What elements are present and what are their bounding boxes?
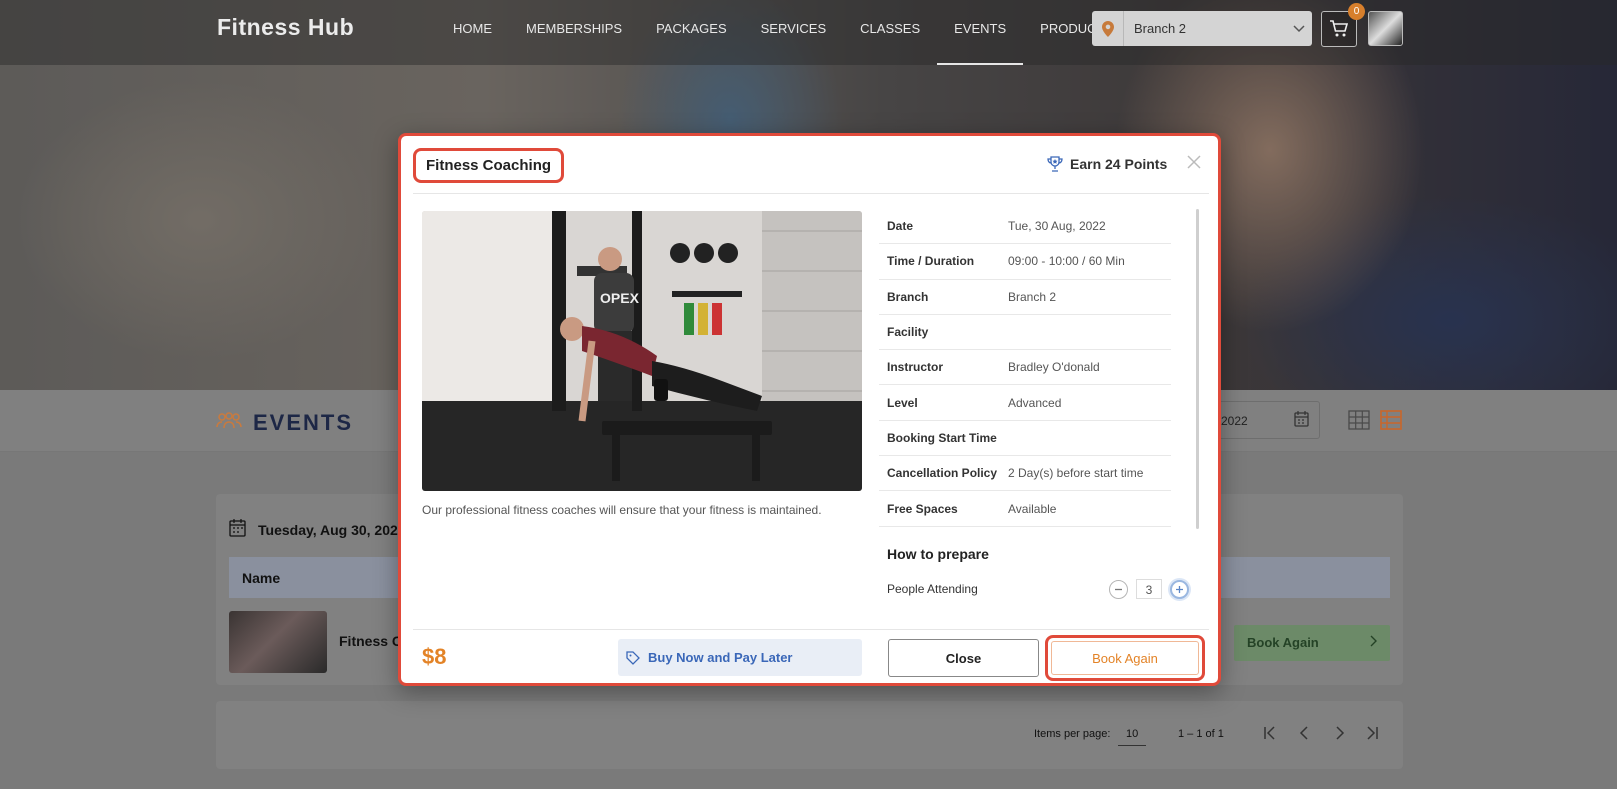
- event-details-table: Date Tue, 30 Aug, 2022 Time / Duration 09:…: [879, 209, 1171, 527]
- close-button[interactable]: Close: [888, 639, 1039, 677]
- location-pin-icon: [1092, 11, 1124, 46]
- cart-button[interactable]: 0: [1321, 3, 1365, 47]
- cart-icon: [1330, 20, 1349, 37]
- page-range-label: 1 – 1 of 1: [1178, 728, 1224, 740]
- buy-now-pay-later-button[interactable]: Buy Now and Pay Later: [618, 639, 862, 676]
- page-size-select[interactable]: 10: [1118, 724, 1146, 746]
- detail-row-date: Date Tue, 30 Aug, 2022: [879, 209, 1171, 245]
- event-photo: OPEX: [422, 211, 862, 491]
- event-thumbnail: [229, 611, 327, 673]
- book-again-highlight: Book Again: [1045, 635, 1205, 681]
- minus-icon: [1115, 588, 1122, 590]
- modal-title-highlight: Fitness Coaching: [413, 148, 565, 183]
- details-scrollbar[interactable]: [1196, 209, 1199, 529]
- calendar-icon[interactable]: [1294, 411, 1309, 427]
- grid-view-icon[interactable]: [1348, 410, 1370, 430]
- event-description: Our professional fitness coaches will en…: [422, 503, 822, 517]
- people-count-input[interactable]: 3: [1136, 579, 1162, 599]
- last-page-icon[interactable]: [1364, 725, 1380, 741]
- next-page-icon[interactable]: [1331, 725, 1347, 741]
- increment-button[interactable]: [1170, 579, 1189, 599]
- top-navigation: Fitness Hub HOME MEMBERSHIPS PACKAGES SE…: [0, 0, 1617, 65]
- nav-link-home[interactable]: HOME: [436, 0, 509, 65]
- list-date-heading: Tuesday, Aug 30, 2022: [258, 522, 406, 538]
- cart-count-badge: 0: [1348, 3, 1365, 20]
- items-per-page-label: Items per page:: [1034, 728, 1111, 740]
- event-price: $8: [422, 644, 447, 669]
- prepare-heading: How to prepare: [887, 546, 989, 562]
- trophy-icon: [1047, 156, 1063, 172]
- chevron-down-icon: [1286, 24, 1312, 33]
- first-page-icon[interactable]: [1262, 725, 1278, 741]
- detail-row-instructor: Instructor Bradley O'donald: [879, 350, 1171, 386]
- detail-row-cancellation: Cancellation Policy 2 Day(s) before start…: [879, 456, 1171, 492]
- events-heading: EVENTS: [253, 410, 354, 435]
- previous-page-icon[interactable]: [1297, 725, 1313, 741]
- buy-now-pay-later-label: Buy Now and Pay Later: [648, 650, 793, 665]
- branch-select[interactable]: Branch 2: [1092, 11, 1312, 46]
- close-icon[interactable]: [1187, 155, 1201, 169]
- detail-row-facility: Facility: [879, 315, 1171, 351]
- row-book-again-label: Book Again: [1247, 635, 1319, 650]
- detail-row-branch: Branch Branch 2: [879, 280, 1171, 315]
- decrement-button[interactable]: [1109, 579, 1128, 599]
- detail-row-level: Level Advanced: [879, 385, 1171, 421]
- nav-link-services[interactable]: SERVICES: [744, 0, 844, 65]
- nav-links: HOME MEMBERSHIPS PACKAGES SERVICES CLASS…: [436, 0, 1130, 65]
- column-header-name: Name: [242, 570, 281, 586]
- modal-title: Fitness Coaching: [426, 157, 552, 174]
- svg-text:OPEX: OPEX: [600, 290, 640, 306]
- people-group-icon: [216, 412, 242, 429]
- detail-row-free-spaces: Free Spaces Available: [879, 491, 1171, 527]
- event-details-modal: Fitness Coaching Earn 24 Points OPEX Our…: [398, 133, 1221, 686]
- row-book-again-button[interactable]: Book Again: [1234, 625, 1390, 661]
- points-badge: Earn 24 Points: [1046, 155, 1167, 173]
- brand-logo[interactable]: Fitness Hub: [217, 14, 354, 41]
- people-stepper: 3: [1109, 579, 1189, 599]
- people-attending-label: People Attending: [887, 582, 978, 596]
- chevron-right-icon: [1370, 635, 1377, 647]
- calendar-icon: [229, 519, 246, 537]
- plus-icon: [1176, 585, 1183, 593]
- list-view-icon[interactable]: [1380, 410, 1402, 430]
- points-text: Earn 24 Points: [1070, 156, 1168, 172]
- tag-icon: [626, 650, 640, 665]
- nav-link-packages[interactable]: PACKAGES: [639, 0, 744, 65]
- detail-row-time: Time / Duration 09:00 - 10:00 / 60 Min: [879, 244, 1171, 280]
- paginator: [216, 701, 1403, 769]
- nav-link-events[interactable]: EVENTS: [937, 0, 1024, 65]
- user-avatar[interactable]: [1368, 11, 1403, 46]
- nav-link-memberships[interactable]: MEMBERSHIPS: [509, 0, 639, 65]
- nav-link-classes[interactable]: CLASSES: [843, 0, 937, 65]
- detail-row-booking-start: Booking Start Time: [879, 421, 1171, 457]
- branch-select-value: Branch 2: [1134, 21, 1187, 36]
- book-again-button[interactable]: Book Again: [1051, 641, 1199, 675]
